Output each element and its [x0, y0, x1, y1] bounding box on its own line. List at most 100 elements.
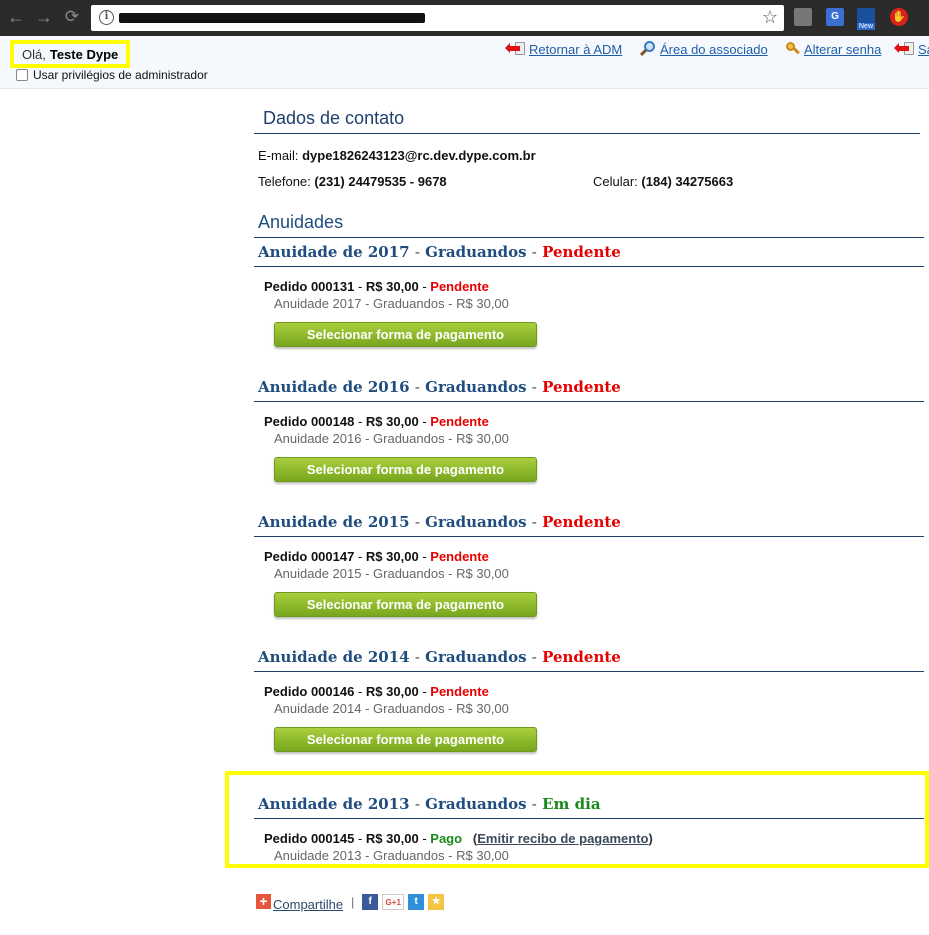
annuity-group-2016: Anuidade de 2016 - Graduandos - Pendente… — [254, 378, 924, 482]
order-amount: R$ 30,00 — [365, 549, 419, 564]
order-status: Pendente — [430, 549, 489, 564]
admin-privileges-label: Usar privilégios de administrador — [33, 68, 208, 82]
annuity-year: Anuidade de 2014 — [258, 648, 410, 666]
facebook-icon[interactable]: f — [362, 893, 379, 910]
exit-door-icon — [505, 41, 527, 57]
dash: - — [414, 378, 420, 396]
twitter-icon[interactable]: t — [408, 893, 425, 910]
address-bar[interactable]: i ☆ — [91, 5, 784, 31]
order-detail: Anuidade 2014 - Graduandos - R$ 30,00 — [274, 701, 509, 716]
google-plus-icon[interactable]: G+1 — [382, 893, 405, 910]
order-status: Pendente — [430, 279, 489, 294]
order-line: Pedido 000148 - R$ 30,00 - Pendente — [254, 414, 924, 429]
forward-arrow-icon[interactable]: → — [33, 6, 55, 28]
mobile-field: Celular: (184) 34275663 — [593, 174, 733, 189]
admin-privileges-checkbox[interactable] — [16, 69, 28, 81]
return-adm-link[interactable]: Retornar à ADM — [505, 41, 623, 57]
mobile-label: Celular: — [593, 174, 638, 189]
annuity-category: Graduandos — [425, 648, 527, 666]
translate-extension-icon[interactable]: G — [826, 8, 844, 26]
greeting-prefix: Olá, — [22, 46, 46, 62]
email-label: E-mail: — [258, 148, 299, 163]
logout-link[interactable]: Sa — [894, 41, 929, 57]
member-area-label: Área do associado — [660, 41, 768, 57]
annuities-section-title: Anuidades — [254, 212, 924, 238]
phone-label: Telefone: — [258, 174, 311, 189]
annuity-status: Pendente — [542, 378, 621, 396]
dash: - — [422, 279, 427, 294]
email-value: dype1826243123@rc.dev.dype.com.br — [302, 148, 536, 163]
order-detail: Anuidade 2016 - Graduandos - R$ 30,00 — [274, 431, 509, 446]
back-arrow-icon[interactable]: ← — [5, 6, 27, 28]
order-number: Pedido 000147 — [264, 549, 355, 564]
annuity-status: Pendente — [542, 513, 621, 531]
share-link[interactable]: Compartilhe — [273, 897, 343, 912]
annuity-category: Graduandos — [425, 378, 527, 396]
annuity-category: Graduandos — [425, 243, 527, 261]
annuity-status: Pendente — [542, 648, 621, 666]
dash: - — [414, 648, 420, 666]
change-password-label: Alterar senha — [804, 41, 882, 57]
user-topbar: Olá, Teste Dype Usar privilégios de admi… — [0, 36, 929, 89]
order-line: Pedido 000147 - R$ 30,00 - Pendente — [254, 549, 924, 564]
dash: - — [422, 684, 427, 699]
stop-extension-icon[interactable]: ✋ — [890, 8, 908, 26]
select-payment-button[interactable]: Selecionar forma de pagamento — [274, 727, 537, 752]
reload-icon[interactable]: ⟳ — [61, 6, 83, 28]
dash: - — [422, 549, 427, 564]
order-detail: Anuidade 2017 - Graduandos - R$ 30,00 — [274, 296, 509, 311]
logout-label: Sa — [918, 41, 929, 57]
annuity-year: Anuidade de 2016 — [258, 378, 410, 396]
dash: - — [357, 279, 363, 294]
phone-row: Telefone: (231) 24479535 - 9678 Celular:… — [254, 174, 924, 192]
order-status: Pendente — [430, 414, 489, 429]
order-detail: Anuidade 2015 - Graduandos - R$ 30,00 — [274, 566, 509, 581]
plus-icon[interactable]: + — [256, 894, 271, 909]
new-badge: New — [857, 23, 876, 30]
exit-door-icon — [894, 41, 916, 57]
dash: - — [422, 414, 427, 429]
order-status: Pendente — [430, 684, 489, 699]
annuity-status: Pendente — [542, 243, 621, 261]
annuity-heading: Anuidade de 2015 - Graduandos - Pendente — [254, 513, 924, 537]
order-line: Pedido 000131 - R$ 30,00 - Pendente — [254, 279, 924, 294]
extension-icon[interactable] — [794, 8, 812, 26]
order-amount: R$ 30,00 — [365, 414, 419, 429]
order-number: Pedido 000148 — [264, 414, 355, 429]
dash: - — [357, 684, 363, 699]
order-number: Pedido 000131 — [264, 279, 355, 294]
order-amount: R$ 30,00 — [365, 684, 419, 699]
annuity-group-2017: Anuidade de 2017 - Graduandos - Pendente… — [254, 243, 924, 347]
separator: | — [351, 894, 355, 909]
dash: - — [531, 243, 537, 261]
admin-privileges-option[interactable]: Usar privilégios de administrador — [16, 68, 208, 82]
main-content: Dados de contato E-mail: dype1826243123@… — [254, 108, 924, 863]
dash: - — [357, 549, 363, 564]
info-icon[interactable]: i — [99, 10, 114, 25]
mobile-value: (184) 34275663 — [641, 174, 734, 189]
annuity-heading: Anuidade de 2016 - Graduandos - Pendente — [254, 378, 924, 402]
dash: - — [414, 243, 420, 261]
order-number: Pedido 000146 — [264, 684, 355, 699]
phone-value: (231) 24479535 - 9678 — [314, 174, 447, 189]
select-payment-button[interactable]: Selecionar forma de pagamento — [274, 457, 537, 482]
annuity-heading: Anuidade de 2014 - Graduandos - Pendente — [254, 648, 924, 672]
dash: - — [531, 513, 537, 531]
annuity-group-2015: Anuidade de 2015 - Graduandos - Pendente… — [254, 513, 924, 617]
annuity-year: Anuidade de 2017 — [258, 243, 410, 261]
annuity-category: Graduandos — [425, 513, 527, 531]
favorite-star-icon[interactable]: ★ — [428, 893, 445, 910]
user-name: Teste Dype — [49, 46, 119, 62]
contact-section-title: Dados de contato — [254, 108, 920, 134]
dash: - — [531, 378, 537, 396]
annuity-year: Anuidade de 2015 — [258, 513, 410, 531]
change-password-link[interactable]: Alterar senha — [784, 41, 881, 57]
bookmark-star-icon[interactable]: ☆ — [762, 7, 778, 28]
dash: - — [531, 648, 537, 666]
member-area-link[interactable]: Área do associado — [639, 41, 768, 57]
new-extension-icon[interactable]: New — [857, 8, 876, 30]
select-payment-button[interactable]: Selecionar forma de pagamento — [274, 322, 537, 347]
select-payment-button[interactable]: Selecionar forma de pagamento — [274, 592, 537, 617]
return-adm-label: Retornar à ADM — [529, 41, 623, 57]
dash: - — [414, 513, 420, 531]
